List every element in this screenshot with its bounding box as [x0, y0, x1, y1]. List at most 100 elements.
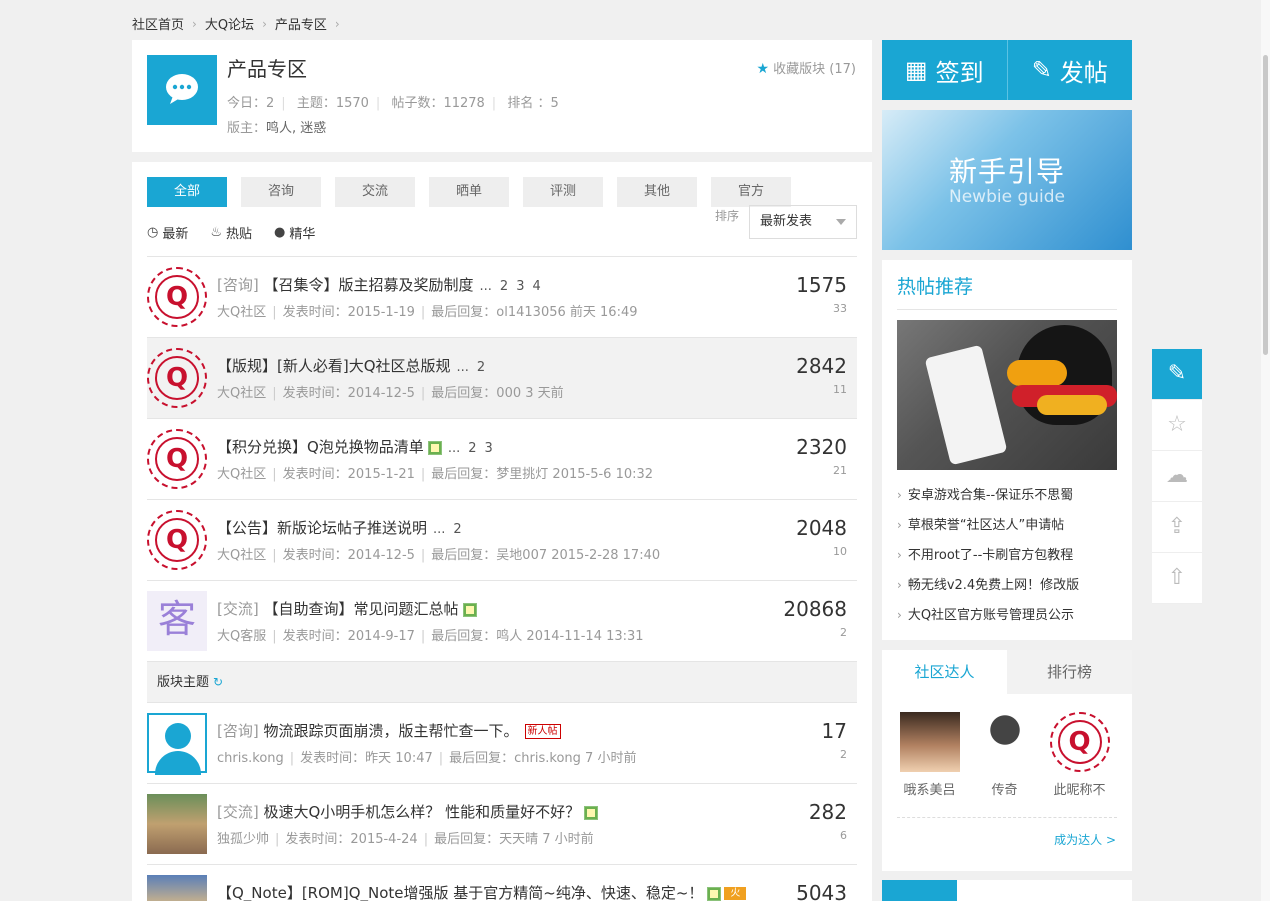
thread-title[interactable]: 【版规】[新人必看]大Q社区总版规... 2: [217, 355, 493, 376]
table-row[interactable]: 【Q_Note】[ROM]Q_Note增强版 基于官方精简~纯净、快速、稳定~！…: [147, 865, 857, 901]
reply-count: 2320: [796, 435, 847, 459]
thread-title[interactable]: 【Q_Note】[ROM]Q_Note增强版 基于官方精简~纯净、快速、稳定~！…: [217, 882, 747, 901]
become-expert-link[interactable]: 成为达人 >: [1054, 831, 1116, 848]
view-count: 6: [840, 829, 847, 842]
sidebar-bottom-banner[interactable]: [882, 880, 1132, 901]
expert-item[interactable]: 传奇: [967, 712, 1042, 798]
table-row[interactable]: Q 【积分兑换】Q泡兑换物品清单... 2 3 大Q社区 | 发表时间：2015-1-2…: [147, 419, 857, 500]
thread-title[interactable]: 【公告】新版论坛帖子推送说明... 2: [217, 517, 470, 538]
breadcrumb-current[interactable]: 产品专区: [275, 14, 327, 33]
clock-icon: ◷: [147, 225, 159, 240]
view-count: 11: [833, 383, 847, 396]
tab-discuss[interactable]: 交流: [335, 177, 415, 207]
tab-consult[interactable]: 咨询: [241, 177, 321, 207]
hot-posts-title: 热帖推荐: [897, 272, 1117, 310]
moderators: 版主：鸣人, 迷惑: [227, 121, 327, 136]
chevron-right-icon: ›: [262, 16, 267, 31]
new-post-button[interactable]: ✎ 发帖: [1006, 40, 1133, 100]
expert-item[interactable]: 哦系美吕: [892, 712, 967, 798]
newbie-guide-banner[interactable]: 新手引导 Newbie guide: [882, 110, 1132, 250]
forum-stats: 今日：2 | 主题：1570 | 帖子数：11278 | 排名 ：5: [227, 96, 559, 111]
thread-rows: Q [咨询] 【召集令】版主招募及奖励制度... 2 3 4 大Q社区 | 发表时间：20…: [147, 256, 857, 901]
today-count: 今日：2: [227, 96, 275, 111]
avatar[interactable]: Q: [147, 429, 207, 489]
image-attachment-icon: [584, 805, 599, 820]
tab-all[interactable]: 全部: [147, 177, 227, 207]
thread-title[interactable]: 【积分兑换】Q泡兑换物品清单... 2 3: [217, 436, 501, 457]
refresh-icon[interactable]: ↻: [213, 675, 223, 689]
list-item[interactable]: › 安卓游戏合集--保证乐不思蜀: [897, 480, 1122, 510]
hot-posts-list: › 安卓游戏合集--保证乐不思蜀 › 草根荣誉“社区达人”申请帖 › 不用root了-…: [897, 480, 1122, 630]
avatar[interactable]: Q: [1049, 712, 1110, 772]
avatar[interactable]: Q: [147, 510, 207, 570]
arrow-up-icon[interactable]: ⇧: [1152, 553, 1202, 604]
star-icon: ★: [756, 61, 770, 77]
avatar[interactable]: [147, 794, 207, 854]
avatar[interactable]: [147, 875, 207, 901]
drop-icon: ●: [274, 225, 286, 240]
wechat-icon[interactable]: ☁: [1152, 451, 1202, 502]
sort-control: 排序 最新发表: [715, 205, 857, 239]
avatar[interactable]: [974, 712, 1035, 772]
table-row[interactable]: [咨询] 物流跟踪页面崩溃，版主帮忙查一下。 新人帖 chris.kong | 发表时…: [147, 703, 857, 784]
moderator-names[interactable]: 鸣人, 迷惑: [266, 121, 326, 136]
chevron-right-icon: ›: [334, 16, 340, 31]
thread-meta: chris.kong | 发表时间：昨天 10:47 | 最后回复：chris.kong…: [217, 751, 637, 766]
image-attachment-icon: [462, 602, 477, 617]
breadcrumb-forum[interactable]: 大Q论坛: [205, 14, 254, 33]
scrollbar-thumb[interactable]: [1263, 55, 1268, 355]
page-links[interactable]: ... 2: [433, 522, 470, 537]
thread-title[interactable]: [咨询] 【召集令】版主招募及奖励制度... 2 3 4: [217, 274, 549, 295]
list-item[interactable]: › 草根荣誉“社区达人”申请帖: [897, 510, 1122, 540]
chevron-right-icon: ›: [897, 518, 902, 532]
page-links[interactable]: ... 2 3: [448, 441, 501, 456]
hot-post-image[interactable]: [897, 320, 1117, 470]
thread-title[interactable]: [咨询] 物流跟踪页面崩溃，版主帮忙查一下。 新人帖: [217, 720, 561, 741]
tab-review[interactable]: 评测: [523, 177, 603, 207]
scrollbar[interactable]: [1261, 0, 1270, 901]
tab-showcase[interactable]: 晒单: [429, 177, 509, 207]
expert-item[interactable]: Q 此昵称不: [1042, 712, 1117, 798]
filter-newest[interactable]: ◷ 最新: [147, 223, 188, 242]
filter-digest[interactable]: ● 精华: [274, 223, 315, 242]
table-row[interactable]: Q [咨询] 【召集令】版主招募及奖励制度... 2 3 4 大Q社区 | 发表时间：20…: [147, 257, 857, 338]
table-row[interactable]: [交流] 极速大Q小明手机怎么样？ 性能和质量好不好？ 独孤少帅 | 发表时间：20…: [147, 784, 857, 865]
breadcrumb-home[interactable]: 社区首页: [132, 14, 184, 33]
tab-other[interactable]: 其他: [617, 177, 697, 207]
table-row[interactable]: Q 【公告】新版论坛帖子推送说明... 2 大Q社区 | 发表时间：2014-12-5…: [147, 500, 857, 581]
avatar[interactable]: [147, 713, 207, 775]
favorite-button[interactable]: ★ 收藏版块 (17): [756, 58, 856, 77]
image-attachment-icon: [427, 440, 442, 455]
page-links[interactable]: ... 2 3 4: [480, 279, 549, 294]
list-item[interactable]: › 不用root了--卡刷官方包教程: [897, 540, 1122, 570]
tab-experts[interactable]: 社区达人: [882, 650, 1007, 694]
reply-count: 20868: [783, 597, 847, 621]
reply-count: 2048: [796, 516, 847, 540]
pencil-icon[interactable]: ✎: [1152, 349, 1202, 400]
star-icon[interactable]: ☆: [1152, 400, 1202, 451]
avatar[interactable]: 客: [147, 591, 207, 651]
chevron-right-icon: ›: [897, 608, 902, 622]
share-icon[interactable]: ⇪: [1152, 502, 1202, 553]
thread-title[interactable]: [交流] 极速大Q小明手机怎么样？ 性能和质量好不好？: [217, 801, 599, 822]
reply-count: 2842: [796, 354, 847, 378]
avatar[interactable]: Q: [147, 267, 207, 327]
table-row[interactable]: 客 [交流] 【自助查询】常见问题汇总帖 大Q客服 | 发表时间：2014-9-17…: [147, 581, 857, 662]
tab-official[interactable]: 官方: [711, 177, 791, 207]
avatar[interactable]: Q: [147, 348, 207, 408]
checkin-button[interactable]: ▦ 签到: [882, 40, 1007, 100]
thread-title[interactable]: [交流] 【自助查询】常见问题汇总帖: [217, 598, 477, 619]
tab-leaderboard[interactable]: 排行榜: [1007, 650, 1132, 694]
view-count: 21: [833, 464, 847, 477]
sort-select[interactable]: 最新发表: [749, 205, 857, 239]
chevron-right-icon: ›: [897, 578, 902, 592]
list-item[interactable]: › 畅无线v2.4免费上网！修改版: [897, 570, 1122, 600]
page-links[interactable]: ... 2: [457, 360, 494, 375]
avatar[interactable]: [899, 712, 960, 772]
chat-bubble-icon: [147, 55, 217, 125]
list-item[interactable]: › 大Q社区官方账号管理员公示: [897, 600, 1122, 630]
view-count: 2: [840, 748, 847, 761]
experts-panel: 社区达人 排行榜 哦系美吕 传奇 Q 此昵称不 成为达人 >: [882, 650, 1132, 871]
table-row[interactable]: Q 【版规】[新人必看]大Q社区总版规... 2 大Q社区 | 发表时间：2014-1…: [147, 338, 857, 419]
filter-hot[interactable]: ♨ 热贴: [210, 223, 252, 242]
